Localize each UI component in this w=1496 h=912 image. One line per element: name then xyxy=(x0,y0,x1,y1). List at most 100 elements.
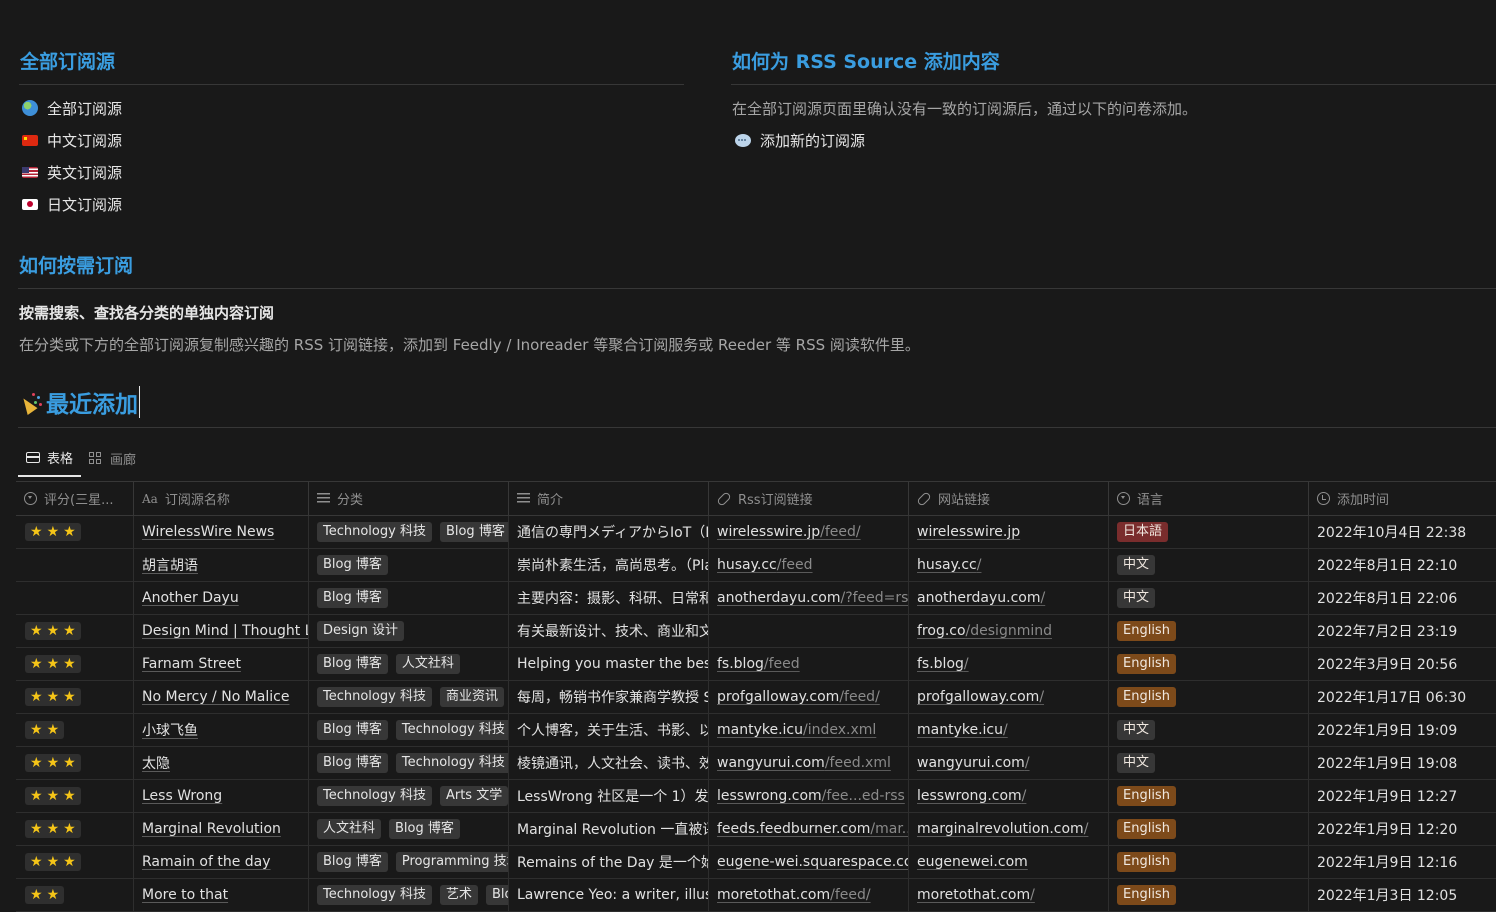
summary-cell[interactable]: 主要内容：摄影、科研、日常和 xyxy=(509,582,709,614)
column-header-rss-link[interactable]: Rss订阅链接 xyxy=(709,482,909,515)
language-cell[interactable]: 日本語 xyxy=(1109,516,1309,548)
name-cell[interactable]: Another Dayu xyxy=(134,582,309,614)
rss-link-cell[interactable]: wangyurui.com/feed.xml xyxy=(709,747,909,779)
language-cell[interactable]: 中文 xyxy=(1109,714,1309,746)
column-header-summary[interactable]: 简介 xyxy=(509,482,709,515)
summary-cell[interactable]: 通信の専門メディアからIoT（IoT xyxy=(509,516,709,548)
added-time-cell[interactable]: 2022年1月9日 12:20 xyxy=(1309,813,1496,845)
rss-link-cell[interactable]: moretothat.com/feed/ xyxy=(709,879,909,911)
name-cell[interactable]: 胡言胡语 xyxy=(134,549,309,581)
rating-cell[interactable] xyxy=(16,549,134,581)
link-japanese-sources[interactable]: 日文订阅源 xyxy=(22,192,122,216)
rss-link-cell[interactable]: fs.blog/feed xyxy=(709,648,909,680)
table-row[interactable]: ★ ★ ★ Marginal Revolution 人文社科 Blog 博客 Margina… xyxy=(16,813,1496,846)
category-cell[interactable]: Technology 科技 商业资讯 xyxy=(309,681,509,713)
category-cell[interactable]: Technology 科技 Blog 博客 xyxy=(309,516,509,548)
site-link[interactable]: anotherdayu.com/ xyxy=(917,590,1045,606)
table-row[interactable]: ★ ★ ★ Ramain of the day Blog 博客 Programming 技… xyxy=(16,846,1496,879)
name-cell[interactable]: Marginal Revolution xyxy=(134,813,309,845)
rss-link-cell[interactable]: feeds.feedburner.com/mar...n/feed xyxy=(709,813,909,845)
category-cell[interactable]: Design 设计 xyxy=(309,615,509,647)
recent-heading[interactable]: 最近添加 xyxy=(20,386,140,418)
column-header-added-time[interactable]: 添加时间 xyxy=(1309,482,1496,515)
rating-cell[interactable]: ★ ★ ★ xyxy=(16,615,134,647)
site-link-cell[interactable]: wangyurui.com/ xyxy=(909,747,1109,779)
rating-cell[interactable]: ★ ★ xyxy=(16,879,134,911)
name-cell[interactable]: Less Wrong xyxy=(134,780,309,812)
language-cell[interactable]: 中文 xyxy=(1109,582,1309,614)
site-link-cell[interactable]: anotherdayu.com/ xyxy=(909,582,1109,614)
link-english-sources[interactable]: 英文订阅源 xyxy=(22,160,122,184)
name-cell[interactable]: Ramain of the day xyxy=(134,846,309,878)
added-time-cell[interactable]: 2022年8月1日 22:06 xyxy=(1309,582,1496,614)
source-name[interactable]: Design Mind | Thought Leadership xyxy=(142,623,308,639)
rating-cell[interactable]: ★ ★ ★ xyxy=(16,516,134,548)
rss-link-cell[interactable] xyxy=(709,615,909,647)
rating-cell[interactable]: ★ ★ ★ xyxy=(16,648,134,680)
site-link[interactable]: husay.cc/ xyxy=(917,557,981,573)
added-time-cell[interactable]: 2022年1月9日 12:27 xyxy=(1309,780,1496,812)
language-cell[interactable]: 中文 xyxy=(1109,747,1309,779)
site-link[interactable]: moretothat.com/ xyxy=(917,887,1035,903)
rss-link[interactable]: fs.blog/feed xyxy=(717,656,800,672)
table-row[interactable]: ★ ★ ★ 太隐 Blog 博客 Technology 科技 棱镜通讯，人文社会、读书、效率… xyxy=(16,747,1496,780)
category-cell[interactable]: Blog 博客 Technology 科技 xyxy=(309,747,509,779)
table-row[interactable]: Another Dayu Blog 博客 主要内容：摄影、科研、日常和 another… xyxy=(16,582,1496,615)
category-cell[interactable]: Blog 博客 人文社科 xyxy=(309,648,509,680)
rss-link[interactable]: anotherdayu.com/?feed=rss xyxy=(717,590,908,606)
site-link-cell[interactable]: moretothat.com/ xyxy=(909,879,1109,911)
table-row[interactable]: ★ ★ 小球飞鱼 Blog 博客 Technology 科技 个人博客，关于生活、书影、以… xyxy=(16,714,1496,747)
rss-link[interactable]: mantyke.icu/index.xml xyxy=(717,722,876,738)
source-name[interactable]: 胡言胡语 xyxy=(142,555,198,575)
summary-cell[interactable]: 崇尚朴素生活，高尚思考。（Plain xyxy=(509,549,709,581)
source-name[interactable]: WirelessWire News xyxy=(142,524,274,540)
category-cell[interactable]: Blog 博客 Programming 技术 xyxy=(309,846,509,878)
rating-cell[interactable] xyxy=(16,582,134,614)
rss-link[interactable]: lesswrong.com/fee...ed-rss xyxy=(717,788,905,804)
source-name[interactable]: No Mercy / No Malice xyxy=(142,689,289,705)
table-row[interactable]: ★★★ Design Mind | Thought LeadershipDesig… xyxy=(16,615,1496,648)
site-link[interactable]: wangyurui.com/ xyxy=(917,755,1030,771)
table-row[interactable]: ★ ★ ★ Farnam Street Blog 博客 人文社科 Helping you m… xyxy=(16,648,1496,681)
rating-cell[interactable]: ★ ★ ★ xyxy=(16,846,134,878)
column-header-rating[interactable]: 评分(三星... xyxy=(16,482,134,515)
summary-cell[interactable]: Lawrence Yeo: a writer, illustrator xyxy=(509,879,709,911)
language-cell[interactable]: English xyxy=(1109,681,1309,713)
add-new-source-link[interactable]: 添加新的订阅源 xyxy=(735,128,865,152)
summary-cell[interactable]: 每周，畅销书作家兼商学教授 Scott xyxy=(509,681,709,713)
language-cell[interactable]: English xyxy=(1109,780,1309,812)
table-row[interactable]: ★★ More to that Technology 科技艺术 Blog Lawrenc… xyxy=(16,879,1496,912)
summary-cell[interactable]: 个人博客，关于生活、书影、以及 xyxy=(509,714,709,746)
name-cell[interactable]: No Mercy / No Malice xyxy=(134,681,309,713)
site-link[interactable]: frog.co/designmind xyxy=(917,623,1052,639)
language-cell[interactable]: English xyxy=(1109,879,1309,911)
site-link[interactable]: mantyke.icu/ xyxy=(917,722,1008,738)
added-time-cell[interactable]: 2022年1月9日 12:16 xyxy=(1309,846,1496,878)
summary-cell[interactable]: Helping you master the best of what xyxy=(509,648,709,680)
category-cell[interactable]: Blog 博客 xyxy=(309,582,509,614)
source-name[interactable]: Another Dayu xyxy=(142,590,239,606)
language-cell[interactable]: English xyxy=(1109,813,1309,845)
added-time-cell[interactable]: 2022年8月1日 22:10 xyxy=(1309,549,1496,581)
site-link[interactable]: wirelesswire.jp xyxy=(917,524,1020,540)
rating-cell[interactable]: ★ ★ ★ xyxy=(16,813,134,845)
added-time-cell[interactable]: 2022年1月9日 19:08 xyxy=(1309,747,1496,779)
category-cell[interactable]: Blog 博客 Technology 科技 xyxy=(309,714,509,746)
rss-link-cell[interactable]: eugene-wei.squarespace.com/blog xyxy=(709,846,909,878)
site-link-cell[interactable]: marginalrevolution.com/ xyxy=(909,813,1109,845)
category-cell[interactable]: Blog 博客 xyxy=(309,549,509,581)
rss-link[interactable]: wirelesswire.jp/feed/ xyxy=(717,524,861,540)
language-cell[interactable]: 中文 xyxy=(1109,549,1309,581)
summary-cell[interactable]: Marginal Revolution 一直被评为 xyxy=(509,813,709,845)
column-header-category[interactable]: 分类 xyxy=(309,482,509,515)
site-link-cell[interactable]: lesswrong.com/ xyxy=(909,780,1109,812)
rss-link-cell[interactable]: anotherdayu.com/?feed=rss xyxy=(709,582,909,614)
category-cell[interactable]: 人文社科 Blog 博客 xyxy=(309,813,509,845)
added-time-cell[interactable]: 2022年3月9日 20:56 xyxy=(1309,648,1496,680)
table-row[interactable]: 胡言胡语 Blog 博客 崇尚朴素生活，高尚思考。（Plain husay.cc/fe… xyxy=(16,549,1496,582)
name-cell[interactable]: Design Mind | Thought Leadership xyxy=(134,615,309,647)
category-cell[interactable]: Technology 科技 Arts 文学 xyxy=(309,780,509,812)
name-cell[interactable]: Farnam Street xyxy=(134,648,309,680)
table-row[interactable]: ★ ★ ★ No Mercy / No Malice Technology 科技 商业资讯… xyxy=(16,681,1496,714)
summary-cell[interactable]: Remains of the Day 是一个始于 xyxy=(509,846,709,878)
